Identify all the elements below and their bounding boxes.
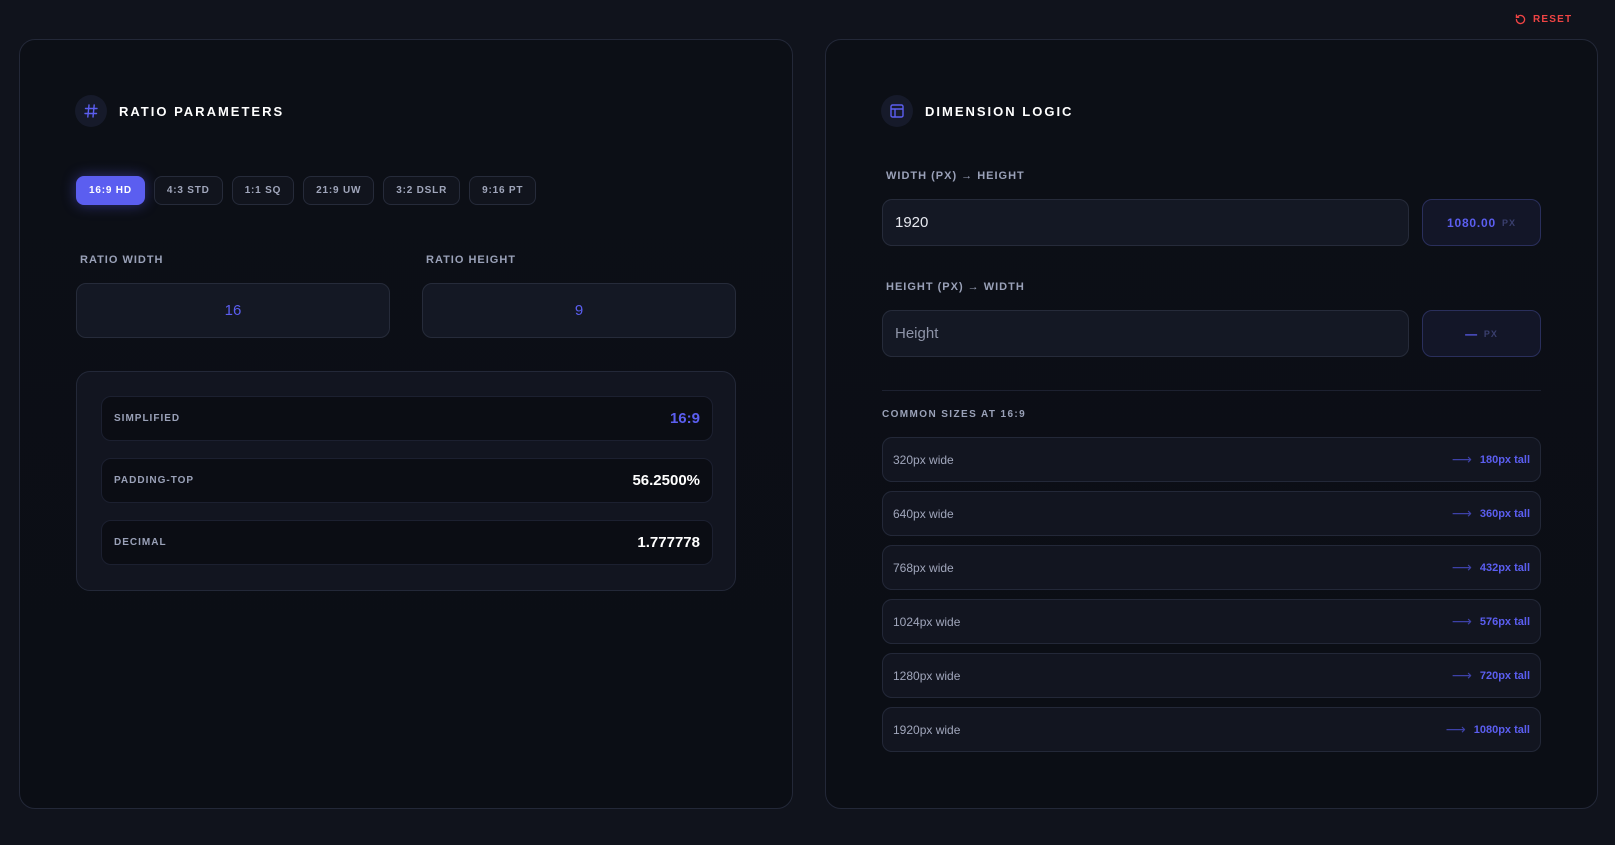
arrow-right-icon: ⟶ [1451, 613, 1472, 629]
results-card: SIMPLIFIED 16:9 PADDING-TOP 56.2500% DEC… [76, 371, 736, 591]
size-height: 720px tall [1479, 669, 1530, 682]
arrow-right-icon: ⟶ [1451, 667, 1472, 683]
size-width: 1024px wide [893, 614, 961, 629]
common-size-row[interactable]: 1024px wide ⟶ 576px tall [882, 599, 1541, 644]
preset-4-3[interactable]: 4:3 STD [153, 176, 223, 205]
result-value: 56.2500% [632, 472, 700, 489]
size-height: 180px tall [1479, 453, 1530, 466]
dimension-logic-header: DIMENSION LOGIC [881, 95, 1073, 127]
divider [882, 390, 1541, 391]
size-width: 640px wide [893, 506, 954, 521]
preset-21-9[interactable]: 21:9 UW [303, 176, 375, 205]
preset-9-16[interactable]: 9:16 PT [469, 176, 537, 205]
size-width: 320px wide [893, 452, 954, 467]
ratio-height-input[interactable]: 9 [422, 283, 736, 338]
height-result: 1080.00 PX [1422, 199, 1541, 246]
unit-label: PX [1483, 328, 1498, 339]
preset-1-1[interactable]: 1:1 SQ [231, 176, 295, 205]
result-label: SIMPLIFIED [114, 413, 181, 424]
common-size-row[interactable]: 320px wide ⟶ 180px tall [882, 437, 1541, 482]
result-label: PADDING-TOP [114, 475, 195, 486]
preset-16-9[interactable]: 16:9 HD [76, 176, 145, 205]
ratio-width-input[interactable]: 16 [76, 283, 390, 338]
common-size-row[interactable]: 768px wide ⟶ 432px tall [882, 545, 1541, 590]
ratio-parameters-panel: RATIO PARAMETERS 16:9 HD 4:3 STD 1:1 SQ … [19, 39, 793, 809]
ratio-height-label: RATIO HEIGHT [426, 254, 517, 266]
preset-3-2[interactable]: 3:2 DSLR [383, 176, 461, 205]
result-simplified: SIMPLIFIED 16:9 [101, 396, 713, 441]
ratio-width-label: RATIO WIDTH [80, 254, 164, 266]
panel-title: RATIO PARAMETERS [119, 103, 285, 119]
ratio-parameters-header: RATIO PARAMETERS [75, 95, 284, 127]
size-width: 1280px wide [893, 668, 961, 683]
panel-title: DIMENSION LOGIC [925, 103, 1074, 119]
common-size-row[interactable]: 640px wide ⟶ 360px tall [882, 491, 1541, 536]
height-result-value: 1080.00 [1447, 215, 1496, 230]
size-width: 768px wide [893, 560, 954, 575]
dimension-logic-panel: DIMENSION LOGIC WIDTH (PX) → HEIGHT 1920… [825, 39, 1598, 809]
preset-list: 16:9 HD 4:3 STD 1:1 SQ 21:9 UW 3:2 DSLR … [76, 176, 537, 205]
unit-label: PX [1501, 217, 1516, 228]
width-result-value: — [1465, 326, 1478, 341]
size-height: 1080px tall [1473, 723, 1530, 736]
common-sizes-label: COMMON SIZES AT 16:9 [882, 409, 1027, 420]
height-px-input[interactable]: Height [882, 310, 1409, 357]
size-height: 576px tall [1479, 615, 1530, 628]
size-height: 432px tall [1479, 561, 1530, 574]
hash-icon [75, 95, 107, 127]
common-size-row[interactable]: 1920px wide ⟶ 1080px tall [882, 707, 1541, 752]
arrow-right-icon: ⟶ [1451, 451, 1472, 467]
size-width: 1920px wide [893, 722, 961, 737]
result-padding-top: PADDING-TOP 56.2500% [101, 458, 713, 503]
result-label: DECIMAL [114, 537, 167, 548]
reset-icon [1515, 14, 1526, 25]
arrow-right-icon: ⟶ [1451, 559, 1472, 575]
width-px-input[interactable]: 1920 [882, 199, 1409, 246]
width-to-height-label: WIDTH (PX) → HEIGHT [886, 170, 1025, 182]
result-value: 16:9 [669, 410, 700, 427]
layout-icon [881, 95, 913, 127]
width-result: — PX [1422, 310, 1541, 357]
common-size-row[interactable]: 1280px wide ⟶ 720px tall [882, 653, 1541, 698]
arrow-right-icon: ⟶ [1445, 721, 1466, 737]
result-value: 1.777778 [637, 534, 700, 551]
reset-label: RESET [1533, 14, 1573, 25]
arrow-right-icon: ⟶ [1451, 505, 1472, 521]
reset-button[interactable]: RESET [1514, 13, 1572, 26]
result-decimal: DECIMAL 1.777778 [101, 520, 713, 565]
height-to-width-label: HEIGHT (PX) → WIDTH [886, 281, 1025, 293]
size-height: 360px tall [1479, 507, 1530, 520]
